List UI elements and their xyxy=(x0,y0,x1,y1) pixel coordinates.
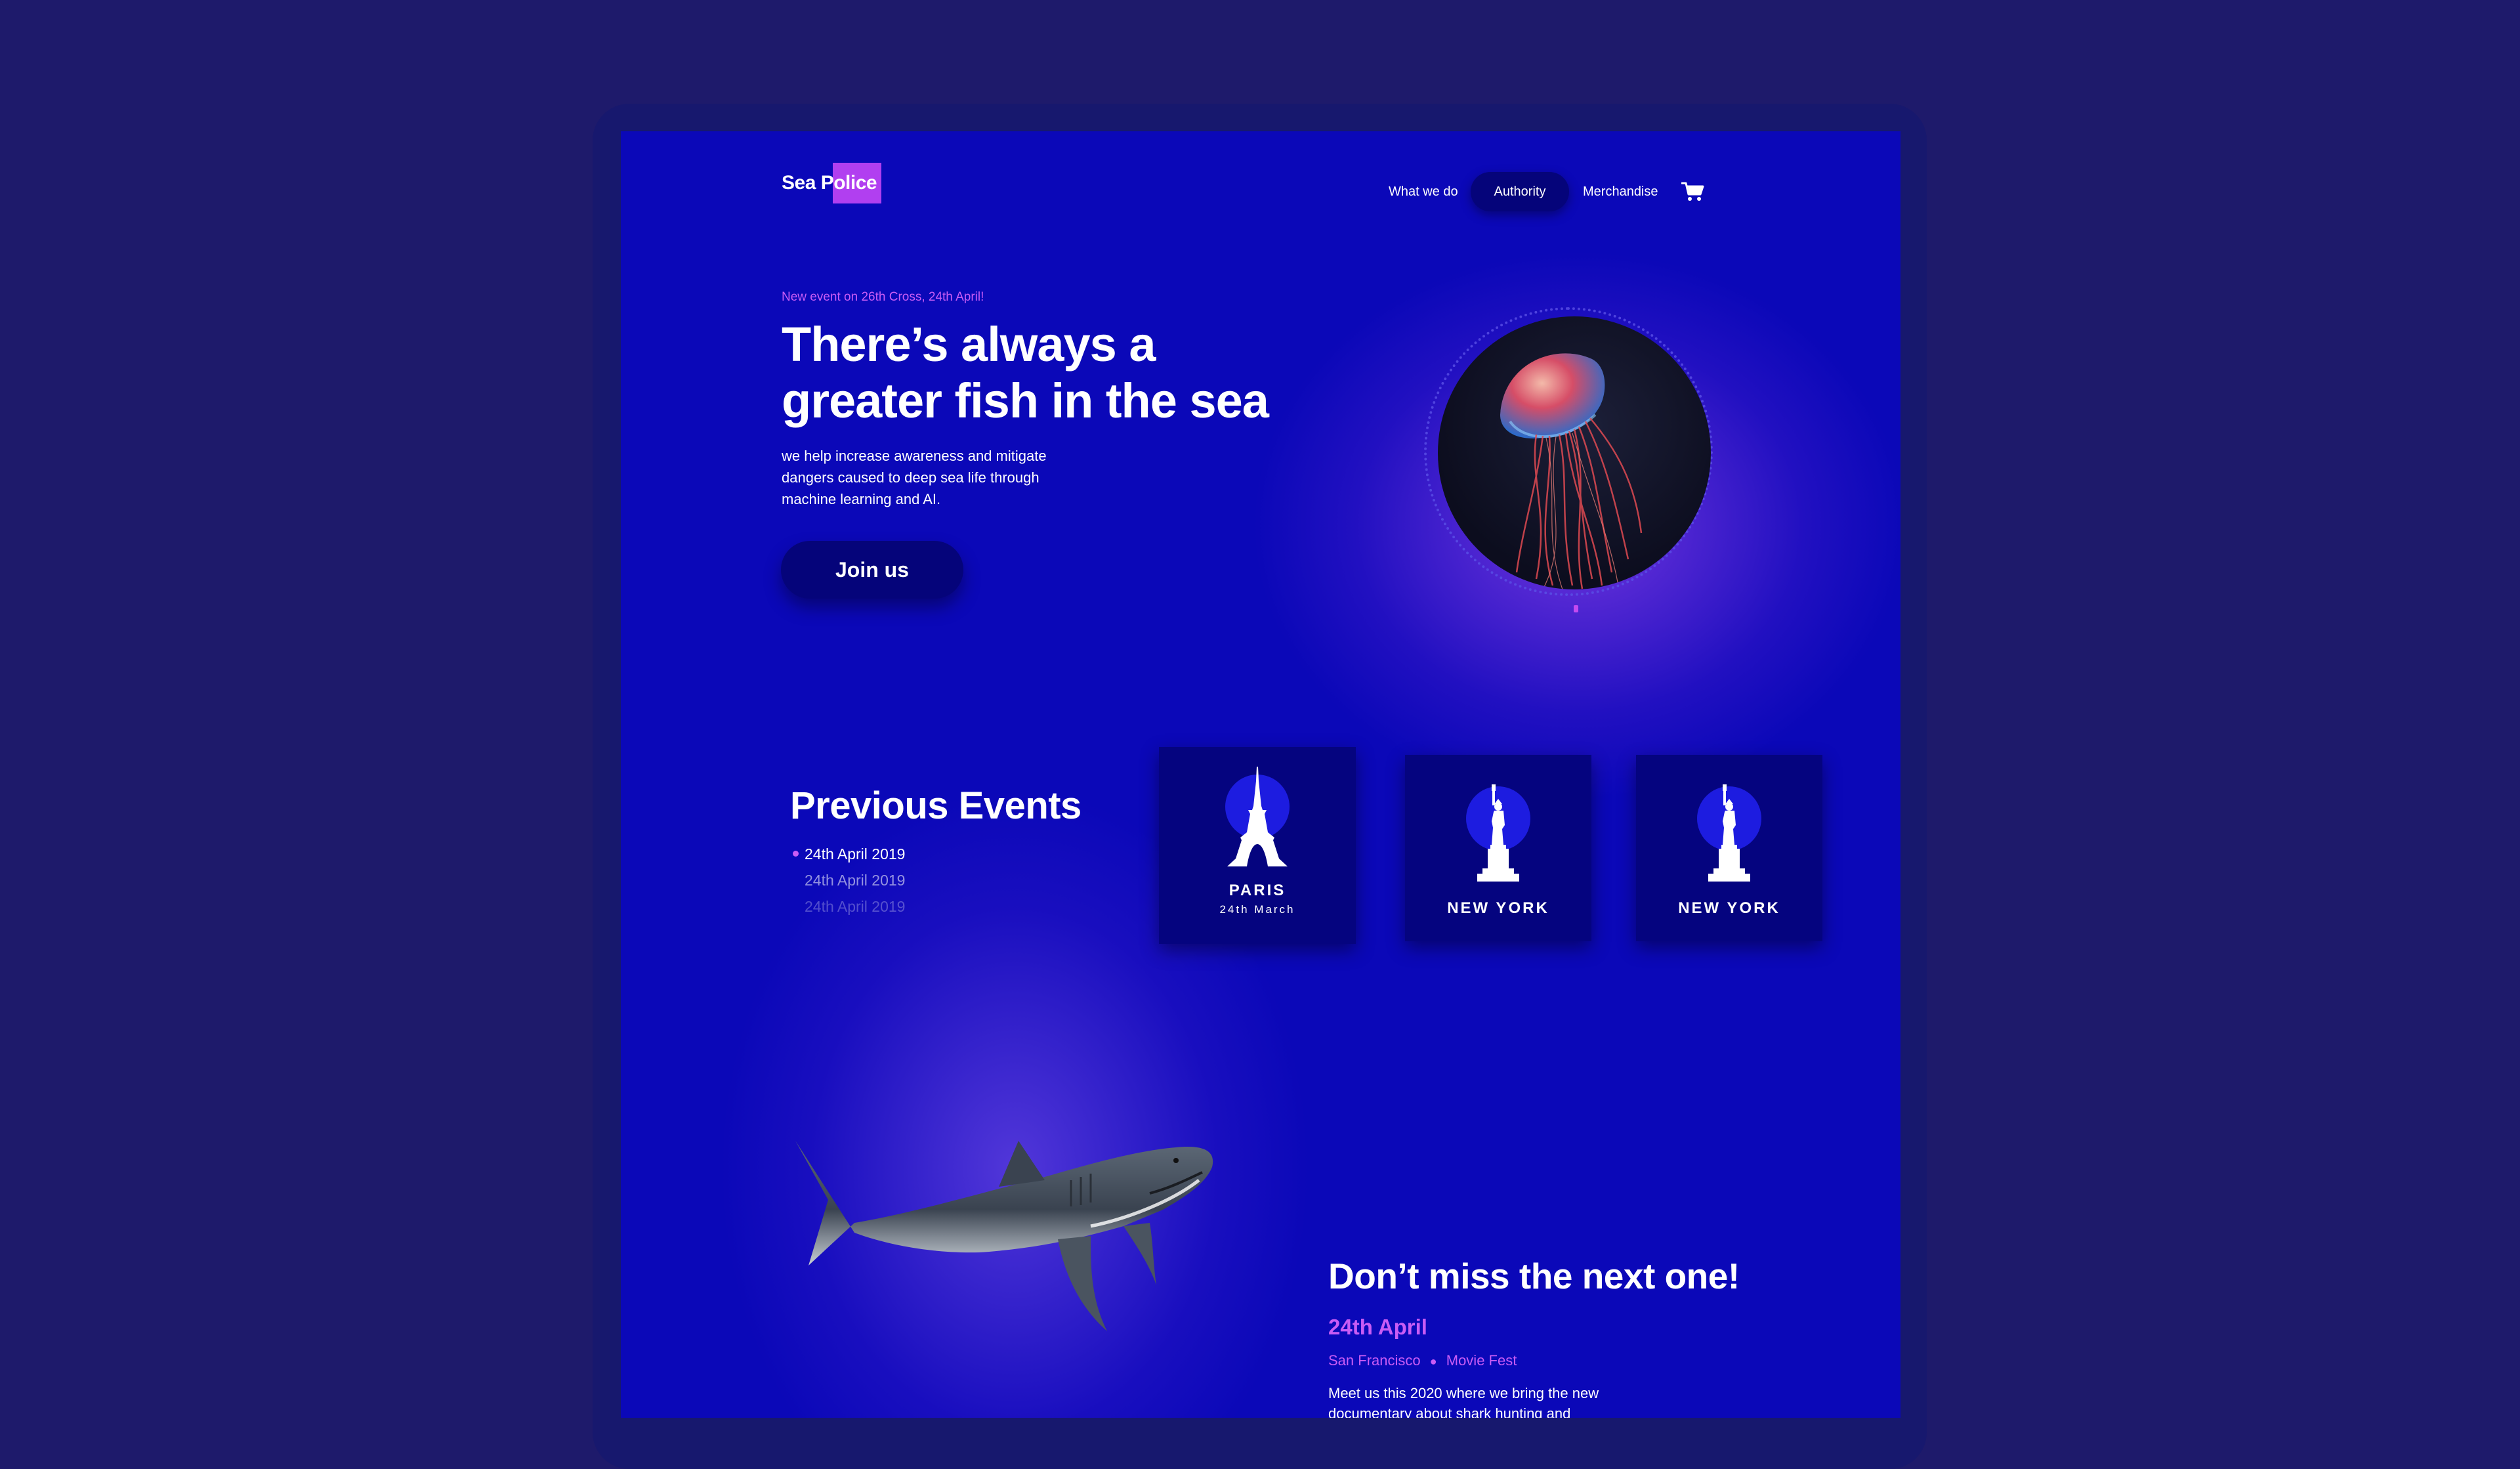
card-city: NEW YORK xyxy=(1678,899,1780,917)
previous-event-date[interactable]: 24th April 2019 xyxy=(805,845,905,863)
next-event-meta: San Francisco ● Movie Fest xyxy=(1328,1352,1517,1369)
previous-event-date[interactable]: 24th April 2019 xyxy=(805,872,905,889)
nav-merchandise[interactable]: Merchandise xyxy=(1583,172,1658,211)
previous-event-date[interactable]: 24th April 2019 xyxy=(805,898,905,916)
card-date: 24th March xyxy=(1219,903,1295,916)
next-event-description: Meet us this 2020 where we bring the new… xyxy=(1328,1385,1599,1418)
hero-title: There’s always a greater fish in the sea xyxy=(782,316,1280,429)
event-card-new-york[interactable]: NEW YORK xyxy=(1636,755,1822,941)
previous-events-title: Previous Events xyxy=(790,784,1082,827)
hero-title-line2: greater fish in the sea xyxy=(782,373,1269,428)
next-event-category: Movie Fest xyxy=(1446,1352,1517,1369)
main-nav: What we do Authority Merchandise xyxy=(621,172,1900,211)
event-card-new-york[interactable]: NEW YORK xyxy=(1405,755,1591,941)
hero-description: we help increase awareness and mitigate … xyxy=(782,448,1047,507)
cart-icon[interactable] xyxy=(1681,181,1705,202)
hero-title-line1: There’s always a xyxy=(782,317,1156,372)
separator-dot: ● xyxy=(1429,1355,1437,1368)
eiffel-tower-icon xyxy=(1227,767,1288,866)
event-announcement: New event on 26th Cross, 24th April! xyxy=(782,290,984,304)
jellyfish-image xyxy=(1438,316,1711,589)
shark-image xyxy=(795,1141,1213,1331)
statue-of-liberty-icon xyxy=(1708,784,1750,882)
statue-of-liberty-icon xyxy=(1477,784,1519,882)
carousel-indicator[interactable] xyxy=(1574,605,1578,612)
nav-what-we-do[interactable]: What we do xyxy=(1389,172,1458,211)
event-card-paris[interactable]: PARIS 24th March xyxy=(1159,747,1356,944)
card-city: PARIS xyxy=(1228,882,1286,899)
next-event-title: Don’t miss the next one! xyxy=(1328,1256,1740,1296)
next-event-date: 24th April xyxy=(1328,1315,1427,1339)
card-city: NEW YORK xyxy=(1447,899,1549,917)
join-us-button[interactable]: Join us xyxy=(781,541,963,599)
website-screen: Sea Police What we do Authority Merchand… xyxy=(621,131,1900,1418)
next-event-location: San Francisco xyxy=(1328,1352,1421,1369)
nav-authority[interactable]: Authority xyxy=(1471,172,1569,211)
active-date-bullet xyxy=(793,851,799,857)
